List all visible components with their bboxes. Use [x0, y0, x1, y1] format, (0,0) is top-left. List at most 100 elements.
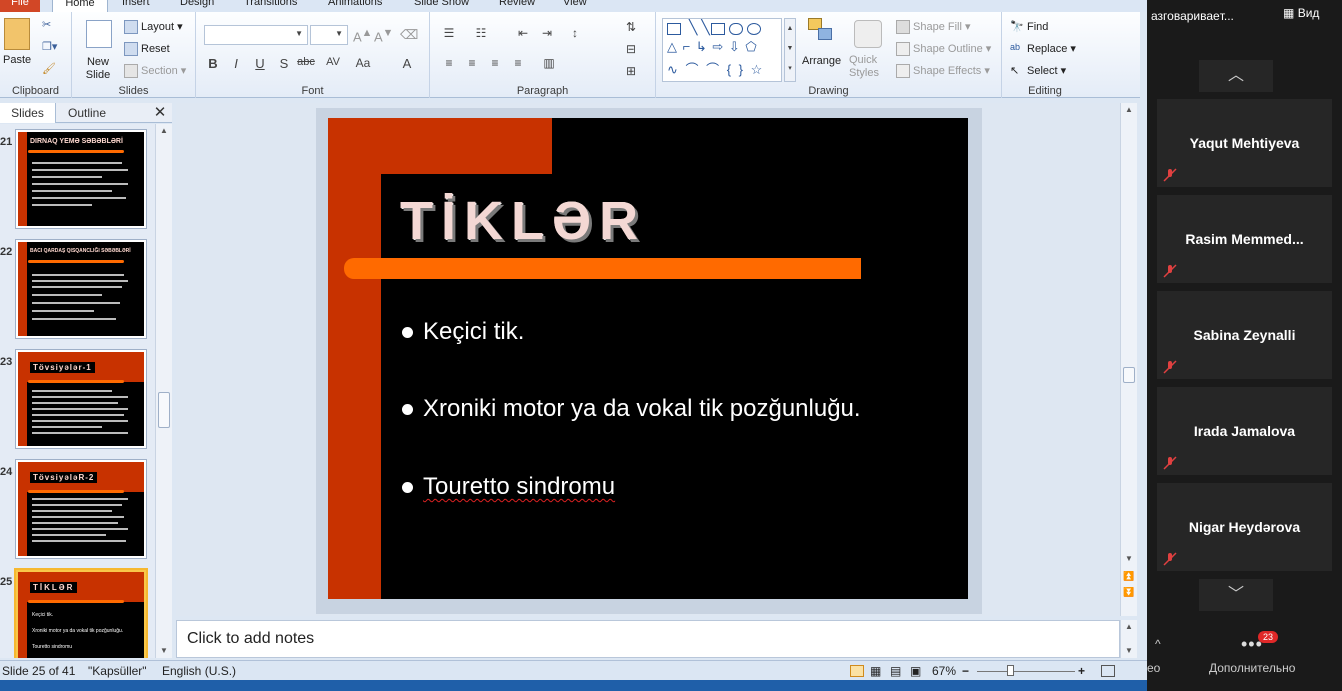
slide-title[interactable]: TİKLƏR [400, 190, 646, 252]
oval-shape-icon[interactable] [747, 23, 761, 35]
editor-scrollbar[interactable]: ▲ ▼ ⏫ ⏬ [1120, 103, 1137, 616]
normal-view-icon[interactable] [850, 665, 864, 677]
justify-icon[interactable]: ≡ [509, 56, 527, 70]
tab-outline[interactable]: Outline [58, 103, 116, 123]
scroll-up-icon[interactable]: ▲ [1121, 620, 1137, 634]
scroll-up-icon[interactable]: ▲ [1121, 103, 1137, 117]
participant-tile[interactable]: Yaqut Mehtiyeva [1157, 99, 1332, 187]
cut-icon[interactable]: ✂ [42, 18, 51, 31]
video-chevron-icon[interactable]: ^ [1155, 637, 1161, 651]
previous-slide-icon[interactable]: ⏫ [1121, 569, 1137, 583]
notes-scrollbar[interactable]: ▲ ▼ [1120, 620, 1137, 658]
strikethrough-icon[interactable]: abc [297, 56, 315, 68]
thumbnail-slide-24[interactable]: TövsiyələR-2 [16, 460, 146, 558]
section-button[interactable]: Section ▾ [124, 64, 186, 79]
arrange-icon[interactable] [808, 18, 838, 46]
rounded-rect-shape-icon[interactable] [729, 23, 743, 35]
decrease-indent-icon[interactable]: ⇤ [514, 26, 532, 40]
thumbnail-slide-21[interactable]: DIRNAQ YEMƏ SƏBƏBLƏRİ [16, 130, 146, 228]
arrange-button[interactable]: Arrange [802, 55, 841, 67]
bold-icon[interactable]: B [204, 56, 222, 71]
line-spacing-icon[interactable]: ↕ [566, 26, 584, 40]
textbox-shape-icon[interactable] [667, 23, 681, 35]
scroll-down-icon[interactable]: ▼ [156, 644, 172, 658]
thumbnail-slide-23[interactable]: Tövsiyələr-1 [16, 350, 146, 448]
smartart-icon[interactable]: ⊞ [622, 64, 640, 78]
zoom-slider[interactable] [977, 671, 1075, 672]
scroll-down-button[interactable]: ﹀ [1199, 579, 1273, 611]
new-slide-button[interactable]: New Slide [83, 56, 113, 82]
zoom-slider-thumb[interactable] [1007, 665, 1014, 676]
bullets-icon[interactable]: ☰ [440, 26, 458, 40]
slide-sorter-icon[interactable]: ▦ [870, 664, 881, 678]
rectangle-shape-icon[interactable] [711, 23, 725, 35]
slide-canvas[interactable]: TİKLƏR Keçici tik. Xroniki motor ya da v… [328, 118, 968, 599]
numbering-icon[interactable]: ☷ [472, 26, 490, 40]
scroll-up-icon[interactable]: ▲ [156, 124, 172, 138]
char-spacing-icon[interactable]: AV [324, 56, 342, 68]
shape-outline-button[interactable]: Shape Outline ▾ [896, 42, 991, 57]
paste-icon[interactable] [4, 18, 30, 50]
slideshow-icon[interactable]: ▣ [910, 664, 921, 678]
tab-slide-show[interactable]: Slide Show [414, 0, 469, 12]
columns-icon[interactable]: ▥ [540, 56, 558, 70]
change-case-icon[interactable]: Aa [354, 56, 372, 70]
underline-icon[interactable]: U [251, 56, 269, 71]
participant-tile[interactable]: Sabina Zeynalli [1157, 291, 1332, 379]
participant-tile[interactable]: Irada Jamalova [1157, 387, 1332, 475]
find-button[interactable]: 🔭 Find [1010, 20, 1048, 34]
reading-view-icon[interactable]: ▤ [890, 664, 901, 678]
quick-styles-icon[interactable] [854, 20, 882, 48]
copy-icon[interactable]: ❐▾ [42, 40, 57, 53]
tab-transitions[interactable]: Transitions [244, 0, 297, 12]
paste-button[interactable]: Paste [3, 54, 31, 66]
replace-button[interactable]: ab Replace ▾ [1010, 42, 1076, 56]
format-painter-icon[interactable]: 🖌 [42, 62, 56, 75]
shadow-icon[interactable]: S [275, 56, 293, 71]
tab-file[interactable]: File [0, 0, 40, 12]
scroll-up-button[interactable]: ︿ [1199, 60, 1273, 92]
zoom-out-icon[interactable]: − [962, 664, 969, 678]
zoom-level[interactable]: 67% [932, 664, 956, 678]
tab-slides[interactable]: Slides [0, 103, 56, 123]
thumbnail-slide-22[interactable]: BACI QARDAŞ QISQANCLIĞI SƏBƏBLƏRİ [16, 240, 146, 338]
more-button[interactable]: Дополнительно [1209, 661, 1295, 675]
scroll-thumb[interactable] [158, 392, 170, 428]
align-left-icon[interactable]: ≡ [440, 56, 458, 70]
tab-home[interactable]: Home [52, 0, 108, 12]
font-name-combo[interactable]: ▼ [204, 25, 308, 45]
gallery-scroll[interactable]: ▲ ▼ ▾ [784, 18, 796, 82]
view-button[interactable]: ▦ Вид [1283, 6, 1319, 20]
participant-tile[interactable]: Rasim Memmed... [1157, 195, 1332, 283]
close-icon[interactable]: ✕ [150, 103, 170, 123]
font-color-icon[interactable]: A [398, 56, 416, 71]
align-right-icon[interactable]: ≡ [486, 56, 504, 70]
scroll-down-icon[interactable]: ▼ [1121, 644, 1137, 658]
notes-pane[interactable]: Click to add notes [176, 620, 1120, 658]
tab-insert[interactable]: Insert [122, 0, 150, 12]
tab-animations[interactable]: Animations [328, 0, 382, 12]
zoom-in-icon[interactable]: + [1078, 664, 1085, 678]
tab-view[interactable]: View [563, 0, 587, 12]
increase-indent-icon[interactable]: ⇥ [538, 26, 556, 40]
clear-format-icon[interactable]: ⌫ [400, 27, 418, 43]
shapes-gallery[interactable]: ╲ ╲ △ ⌐ ↳ ⇨ ⇩ ⬠ ∿ ⌒ ⌒ { } ☆ [662, 18, 782, 82]
select-button[interactable]: ↖ Select ▾ [1010, 64, 1066, 78]
text-direction-icon[interactable]: ⇅ [622, 20, 640, 34]
line-shape-icon[interactable]: ╲ ╲ [689, 19, 710, 36]
curve-shapes-icon[interactable]: ∿ ⌒ ⌒ { } ☆ [667, 59, 764, 78]
scroll-thumb[interactable] [1123, 367, 1135, 383]
shrink-font-icon[interactable]: A▼ [374, 27, 393, 44]
italic-icon[interactable]: I [227, 56, 245, 71]
thumbnails-scrollbar[interactable]: ▲ ▼ [155, 124, 172, 658]
scroll-down-icon[interactable]: ▼ [1121, 552, 1137, 566]
reset-button[interactable]: Reset [124, 42, 170, 56]
slide-bullet[interactable]: Xroniki motor ya da vokal tik pozğunluğu… [402, 395, 861, 423]
participant-tile[interactable]: Nigar Heydərova [1157, 483, 1332, 571]
new-slide-icon[interactable] [86, 20, 112, 48]
align-center-icon[interactable]: ≡ [463, 56, 481, 70]
layout-button[interactable]: Layout ▾ [124, 20, 183, 35]
arrow-shapes-icon[interactable]: △ ⌐ ↳ ⇨ ⇩ ⬠ [667, 39, 758, 55]
language-indicator[interactable]: English (U.S.) [162, 664, 236, 678]
quick-styles-button[interactable]: Quick Styles [849, 54, 889, 80]
